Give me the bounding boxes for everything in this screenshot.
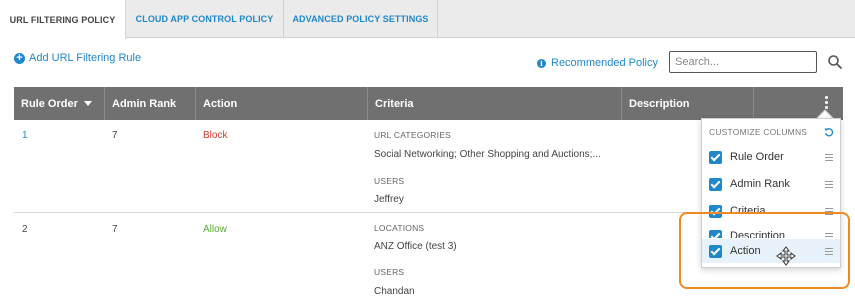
move-cursor-icon: [776, 246, 796, 266]
search-input[interactable]: [669, 51, 817, 73]
column-header-criteria[interactable]: Criteria: [367, 87, 621, 120]
info-icon: i: [537, 58, 546, 68]
table-header: Rule Order Admin Rank Action Criteria De…: [14, 87, 843, 120]
reset-icon[interactable]: [824, 127, 834, 137]
checkbox-checked-icon[interactable]: [709, 177, 722, 191]
admin-rank-cell: 7: [112, 130, 118, 141]
rule-order-cell[interactable]: 2: [22, 224, 28, 235]
customize-columns-title: CUSTOMIZE COLUMNS: [709, 127, 808, 137]
action-cell: Block: [203, 130, 228, 141]
add-url-filtering-rule-button[interactable]: + Add URL Filtering Rule: [14, 52, 141, 64]
policy-tabs-bar: URL FILTERING POLICY CLOUD APP CONTROL P…: [0, 0, 855, 39]
recommended-policy-label: Recommended Policy: [551, 57, 658, 69]
column-toggle-label: Rule Order: [730, 151, 784, 163]
column-header-label: Rule Order: [21, 97, 78, 110]
column-options-icon[interactable]: [825, 96, 829, 111]
checkbox-checked-icon[interactable]: [709, 150, 722, 164]
column-header-description[interactable]: Description: [621, 87, 753, 120]
column-toggle-rule-order[interactable]: Rule Order: [702, 145, 840, 169]
criteria-label: USERS: [374, 267, 405, 277]
sort-descending-icon: [83, 101, 92, 106]
drag-highlight-outline: [679, 212, 850, 289]
recommended-policy-link[interactable]: i Recommended Policy: [537, 57, 658, 69]
criteria-value: Chandan: [374, 286, 415, 297]
criteria-label: LOCATIONS: [374, 223, 425, 233]
column-header-action[interactable]: Action: [195, 87, 367, 120]
action-cell: Allow: [203, 224, 227, 235]
criteria-label: URL CATEGORIES: [374, 130, 451, 140]
column-header-admin-rank[interactable]: Admin Rank: [104, 87, 195, 120]
column-toggle-admin-rank[interactable]: Admin Rank: [702, 172, 840, 196]
criteria-value: ANZ Office (test 3): [374, 241, 457, 252]
tab-advanced-policy-settings[interactable]: ADVANCED POLICY SETTINGS: [284, 0, 438, 38]
tab-cloud-app-control-policy[interactable]: CLOUD APP CONTROL POLICY: [126, 0, 284, 38]
criteria-label: USERS: [374, 176, 405, 186]
search-icon[interactable]: [827, 54, 843, 70]
column-toggle-label: Admin Rank: [730, 178, 790, 190]
drag-handle-icon[interactable]: [825, 180, 833, 188]
criteria-value: Jeffrey: [374, 194, 404, 205]
drag-handle-icon[interactable]: [825, 153, 833, 161]
tab-url-filtering-policy[interactable]: URL FILTERING POLICY: [0, 0, 126, 39]
plus-circle-icon: +: [14, 52, 25, 64]
column-header-rule-order[interactable]: Rule Order: [14, 87, 104, 120]
admin-rank-cell: 7: [112, 224, 118, 235]
rule-order-cell[interactable]: 1: [22, 130, 28, 141]
criteria-value: Social Networking; Other Shopping and Au…: [374, 149, 601, 160]
add-rule-label: Add URL Filtering Rule: [29, 52, 142, 64]
